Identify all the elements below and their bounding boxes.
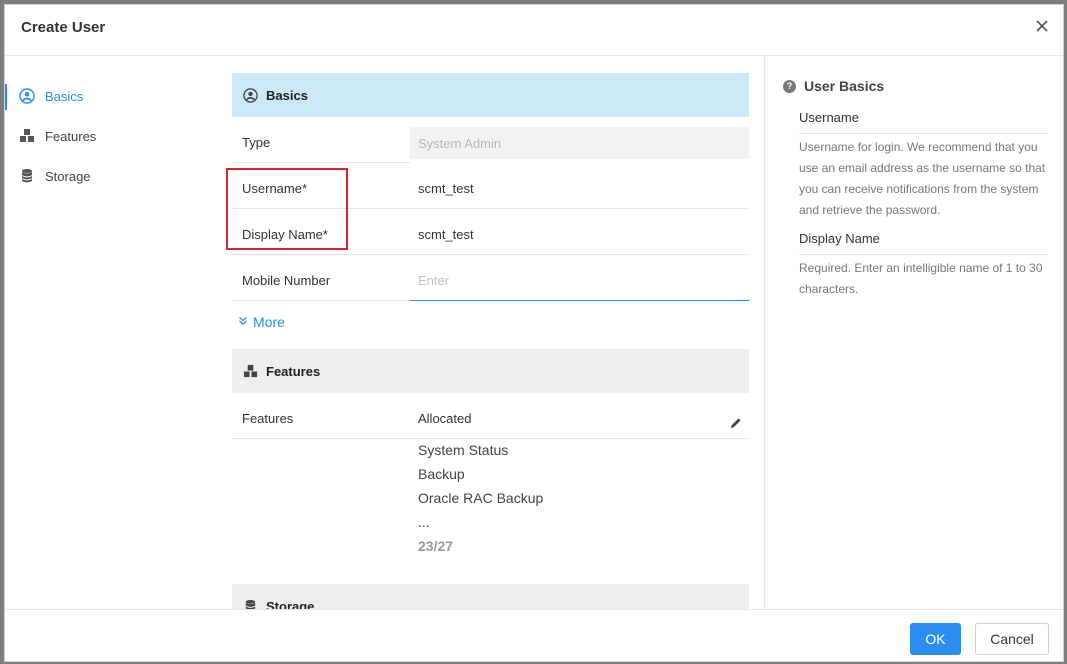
nav-item-basics[interactable]: Basics [5, 76, 160, 116]
type-label: Type [232, 123, 410, 163]
help-display-name-text: Required. Enter an intelligible name of … [799, 261, 1043, 296]
side-nav: Basics Features Storage [5, 56, 160, 609]
dialog-title: Create User [21, 19, 106, 36]
nav-item-label: Storage [45, 168, 91, 184]
database-icon [19, 168, 35, 184]
help-username-heading: Username [799, 110, 1047, 134]
features-label: Features [232, 399, 410, 439]
double-chevron-down-icon [238, 316, 248, 329]
form-content: Basics Type System Admin Username* scmt_… [160, 56, 764, 609]
display-name-label: Display Name* [232, 215, 410, 255]
help-title-text: User Basics [804, 78, 885, 94]
feature-item: Backup [418, 466, 465, 482]
edit-icon[interactable] [729, 416, 743, 430]
close-icon[interactable] [1033, 17, 1051, 35]
mobile-number-input[interactable]: Enter [410, 261, 749, 301]
features-count: 23/27 [418, 538, 454, 554]
dialog-header: Create User [5, 5, 1063, 56]
user-circle-icon [242, 87, 258, 103]
nav-item-features[interactable]: Features [5, 116, 160, 156]
more-link[interactable]: More [238, 314, 285, 330]
ok-button[interactable]: OK [910, 623, 961, 655]
help-username-text: Username for login. We recommend that yo… [799, 140, 1046, 217]
feature-item: System Status [418, 442, 509, 458]
create-user-dialog: Create User Basics Features Storage Basi… [4, 4, 1064, 662]
nav-item-label: Basics [45, 88, 84, 104]
type-field: System Admin [410, 127, 749, 159]
feature-item: Oracle RAC Backup [418, 490, 544, 506]
username-field[interactable]: scmt_test [410, 169, 749, 209]
section-header-basics: Basics [232, 73, 749, 117]
feature-item: ... [418, 514, 430, 530]
cubes-icon [242, 363, 258, 379]
cancel-button[interactable]: Cancel [975, 623, 1049, 655]
display-name-field[interactable]: scmt_test [410, 215, 749, 255]
section-header-storage: Storage [232, 584, 749, 609]
question-icon: ? [783, 79, 796, 93]
nav-item-label: Features [45, 128, 97, 144]
more-label: More [253, 314, 285, 330]
cubes-icon [19, 128, 35, 144]
features-value: Allocated [410, 399, 749, 439]
help-title: ? User Basics [783, 78, 884, 94]
mobile-number-label: Mobile Number [232, 261, 410, 301]
nav-item-storage[interactable]: Storage [5, 156, 160, 196]
help-panel: ? User Basics Username Username for logi… [764, 56, 1064, 609]
username-label: Username* [232, 169, 410, 209]
section-title: Basics [266, 87, 308, 103]
section-title: Storage [266, 598, 315, 610]
help-display-name-heading: Display Name [799, 231, 1047, 255]
section-header-features: Features [232, 349, 749, 393]
mobile-number-placeholder: Enter [418, 273, 450, 288]
section-title: Features [266, 363, 321, 379]
dialog-footer: OK Cancel [5, 609, 1063, 663]
user-circle-icon [19, 88, 35, 104]
database-icon [242, 598, 258, 609]
